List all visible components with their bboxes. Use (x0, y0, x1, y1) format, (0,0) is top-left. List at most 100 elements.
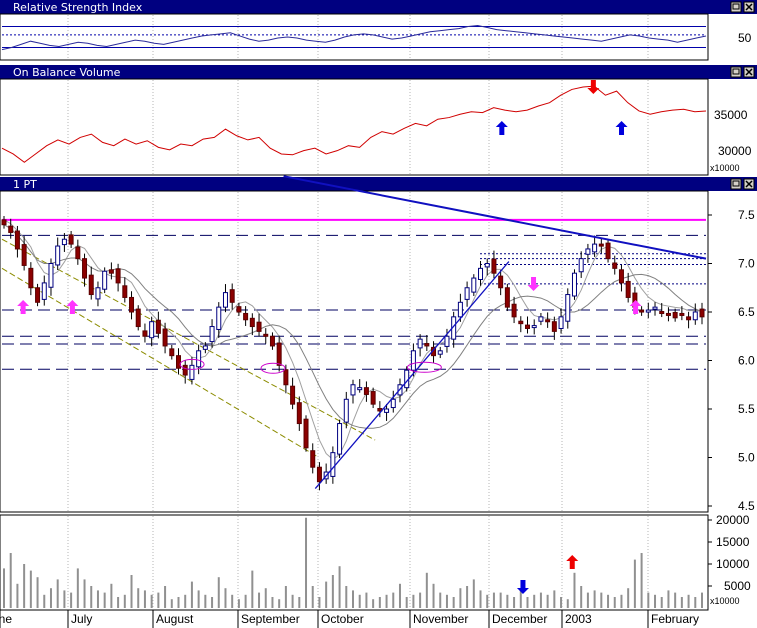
x-tick-label: 2003 (565, 612, 592, 626)
candle-up (558, 316, 564, 329)
price-title-bar[interactable] (0, 177, 757, 191)
obv-panel: On Balance Volume 35000 30000 x10000 (0, 65, 757, 176)
candle-down (115, 268, 121, 284)
candle-down (162, 328, 168, 347)
candle-down (269, 335, 275, 347)
x-tick-label: September (241, 612, 300, 626)
candle-down (498, 275, 504, 289)
candle-up (41, 282, 47, 300)
volume-tick-label: 5000 (724, 579, 751, 593)
candle-down (82, 258, 88, 279)
candle-down (686, 316, 692, 321)
price-tick-label: 6.5 (738, 305, 755, 319)
candle-down (303, 418, 309, 449)
candle-down (639, 309, 645, 313)
candle-down (8, 225, 14, 233)
candle-up (692, 311, 698, 321)
candle-up (471, 277, 477, 293)
candle-up (390, 398, 396, 409)
candle-down (135, 308, 141, 328)
candle-down (363, 387, 369, 395)
x-tick-label: July (71, 612, 92, 626)
price-tick-label: 7.5 (738, 208, 755, 222)
restore-icon[interactable] (730, 66, 742, 78)
candle-down (35, 287, 41, 303)
restore-icon[interactable] (730, 178, 742, 190)
candle-up (202, 345, 208, 350)
candle-down (598, 243, 604, 247)
x-tick-label: February (651, 612, 699, 626)
price-tick-label: 4.5 (738, 499, 755, 513)
candle-down (310, 450, 316, 468)
candle-up (464, 287, 470, 300)
candle-up (55, 245, 61, 266)
candle-up (337, 423, 343, 455)
obv-title: On Balance Volume (13, 66, 121, 79)
price-tick-label: 6.0 (738, 354, 755, 368)
candle-down (88, 274, 94, 296)
price-panel: 1 PT 7.5 7.0 6.5 6.0 5.5 5.0 4.5 (0, 175, 757, 513)
x-axis: June July August September October November De… (0, 610, 699, 628)
price-tick-label: 5.0 (738, 451, 755, 465)
close-icon[interactable] (743, 1, 755, 13)
candle-up (645, 309, 651, 313)
candle-up (61, 238, 67, 246)
obv-tick-label: 30000 (718, 144, 752, 158)
candle-down (236, 306, 242, 313)
candle-down (511, 303, 517, 318)
volume-unit-label: x10000 (710, 596, 740, 606)
candle-up (357, 387, 363, 391)
candle-down (122, 285, 128, 298)
candle-down (108, 269, 114, 274)
candle-up (196, 350, 202, 368)
candle-up (444, 335, 450, 347)
candle-up (216, 306, 222, 330)
candle-up (585, 248, 591, 255)
candle-down (316, 466, 322, 483)
volume-axis: 20000 15000 10000 5000 (708, 513, 751, 593)
x-tick-label: November (413, 612, 468, 626)
candle-down (129, 296, 135, 313)
obv-tick-label: 35000 (714, 108, 748, 122)
close-icon[interactable] (743, 66, 755, 78)
candle-down (504, 287, 510, 308)
volume-tick-label: 20000 (716, 513, 750, 527)
candle-down (605, 242, 611, 260)
candle-down (618, 269, 624, 284)
price-tick-label: 5.5 (738, 402, 755, 416)
candle-up (484, 263, 490, 268)
candle-up (384, 408, 390, 413)
candle-up (189, 364, 195, 380)
candle-down (625, 280, 631, 298)
candle-up (410, 350, 416, 371)
x-tick-label: August (156, 612, 194, 626)
rsi-title: Relative Strength Index (13, 1, 143, 14)
candle-up (350, 384, 356, 396)
candle-up (149, 321, 155, 339)
candle-down (296, 402, 302, 425)
candle-down (699, 308, 705, 318)
price-title: 1 PT (13, 178, 37, 191)
candle-up (330, 452, 336, 477)
candle-down (229, 289, 235, 303)
restore-icon[interactable] (730, 1, 742, 13)
x-tick-label: October (321, 612, 364, 626)
volume-tick-label: 15000 (716, 535, 750, 549)
candle-up (652, 306, 658, 310)
candle-down (142, 330, 148, 337)
candle-up (209, 326, 215, 343)
candle-up (417, 338, 423, 349)
chart-window: Relative Strength Index 50 On Balance Vo… (0, 0, 757, 628)
close-icon[interactable] (743, 178, 755, 190)
candle-up (222, 292, 228, 308)
candle-down (665, 312, 671, 316)
candle-down (28, 267, 34, 289)
candle-down (290, 385, 296, 405)
candle-down (14, 230, 20, 250)
candle-up (578, 258, 584, 273)
candle-down (491, 258, 497, 274)
candle-down (75, 246, 81, 260)
obv-unit-label: x10000 (710, 163, 740, 173)
candle-down (182, 364, 188, 376)
candle-down (276, 342, 282, 366)
